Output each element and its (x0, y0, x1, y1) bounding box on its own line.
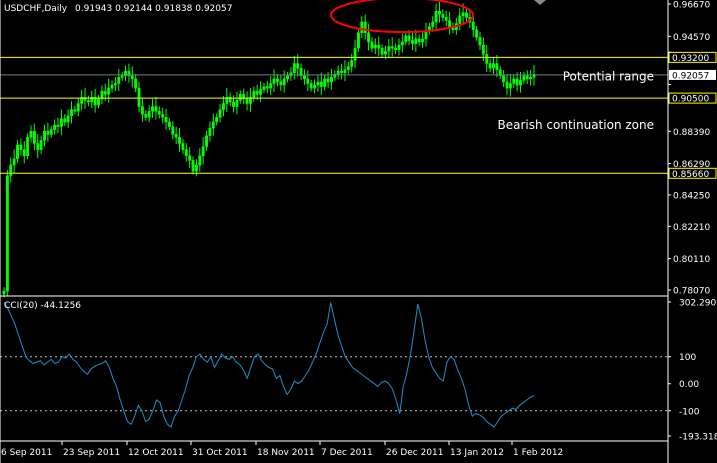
chart-canvas: 0.93200 0.90500 0.85660 0.92057 Potential ra… (0, 0, 717, 463)
time-tick-label: 18 Nov 2011 (257, 448, 315, 458)
cci-tick-label: 302.2906 (679, 299, 717, 309)
ohlc-readout: 0.91943 0.92144 0.91838 0.92057 (75, 4, 232, 14)
price-tick-label: 0.84250 (673, 191, 710, 201)
time-tick-label: 1 Feb 2012 (513, 448, 563, 458)
current-price-label: 0.92057 (672, 71, 709, 81)
time-tick-label: 26 Dec 2011 (386, 448, 444, 458)
time-tick-label: 13 Jan 2012 (450, 448, 504, 458)
cci-tick-label: -193.318 (679, 433, 717, 443)
price-tick-label: 0.80110 (673, 255, 710, 265)
level-price-label: 0.85660 (672, 170, 709, 180)
cci-label: CCI(20) -44.1256 (4, 301, 81, 311)
time-tick-label: 31 Oct 2011 (192, 448, 248, 458)
candle (5, 170, 9, 297)
price-tick-label: 0.78070 (673, 287, 710, 297)
cci-tick-label: 100 (679, 353, 696, 363)
price-tick-label: 0.88390 (673, 128, 710, 138)
price-tick-label: 0.86290 (673, 160, 710, 170)
cci-tick-label: -100 (679, 407, 700, 417)
price-tick-label: 0.82210 (673, 223, 710, 233)
price-tick-label: 0.94570 (673, 33, 710, 43)
time-tick-label: 23 Sep 2011 (63, 448, 120, 458)
annotation-text: Potential range (563, 70, 654, 84)
price-tick-label: 0.96670 (673, 1, 710, 11)
candle (26, 133, 30, 160)
annotation-text: Bearish continuation zone (498, 118, 655, 132)
time-tick-label: 12 Oct 2011 (128, 448, 184, 458)
time-tick-label: 6 Sep 2011 (1, 448, 52, 458)
level-price-label: 0.93200 (672, 54, 709, 64)
time-tick-label: 7 Dec 2011 (321, 448, 373, 458)
cci-tick-label: 0.00 (679, 380, 699, 390)
level-price-label: 0.90500 (672, 95, 709, 105)
symbol-label: USDCHF,Daily (4, 4, 68, 14)
